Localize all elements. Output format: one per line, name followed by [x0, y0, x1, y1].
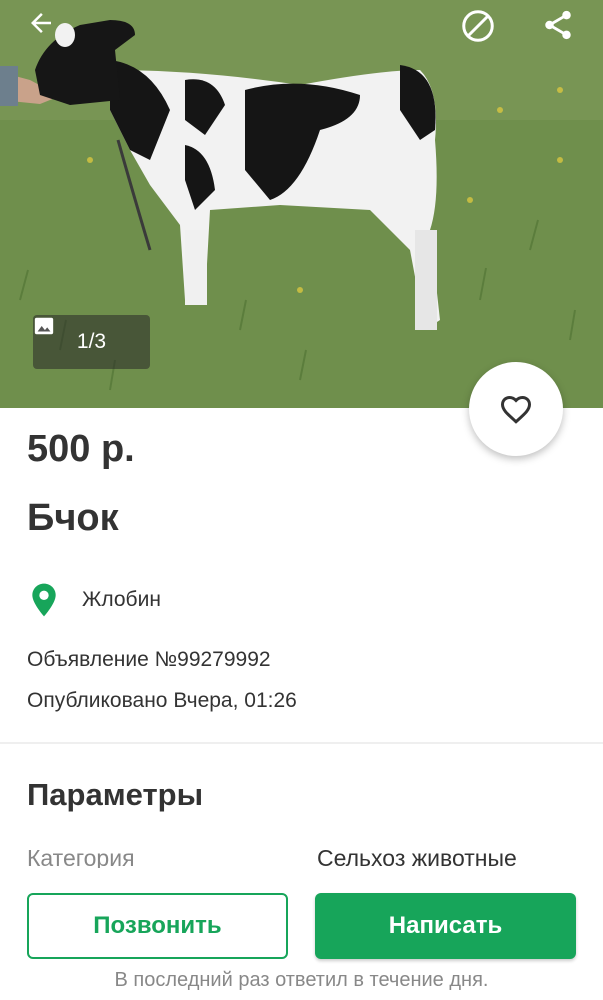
- reply-note: В последний раз ответил в течение дня.: [114, 969, 489, 991]
- photo-counter-text: 1/3: [76, 330, 107, 353]
- listing-location[interactable]: Жлобин: [30, 582, 161, 618]
- write-button[interactable]: Написать: [315, 893, 576, 959]
- listing-price: 500 р.: [27, 428, 135, 470]
- back-button[interactable]: [26, 8, 70, 52]
- heart-outline-icon: [500, 395, 532, 424]
- location-text: Жлобин: [82, 588, 161, 611]
- ad-number: Объявление №99279992: [27, 648, 271, 671]
- block-icon: [462, 10, 494, 42]
- arrow-left-icon: [31, 13, 51, 33]
- published-date: Опубликовано Вчера, 01:26: [27, 689, 297, 712]
- map-pin-icon: [32, 583, 56, 617]
- listing-photo[interactable]: 1/3: [0, 0, 603, 408]
- bottom-action-bar: Позвонить Написать В последний раз ответ…: [0, 868, 603, 1000]
- listing-title: Бчок: [27, 497, 119, 539]
- share-button[interactable]: [541, 8, 585, 52]
- block-button[interactable]: [460, 8, 504, 52]
- section-divider: [0, 742, 603, 744]
- params-title: Параметры: [27, 777, 204, 812]
- call-button[interactable]: Позвонить: [27, 893, 288, 959]
- photo-counter: 1/3: [33, 315, 150, 369]
- image-icon: [34, 317, 54, 335]
- share-icon: [545, 10, 571, 40]
- favorite-button[interactable]: [469, 362, 563, 456]
